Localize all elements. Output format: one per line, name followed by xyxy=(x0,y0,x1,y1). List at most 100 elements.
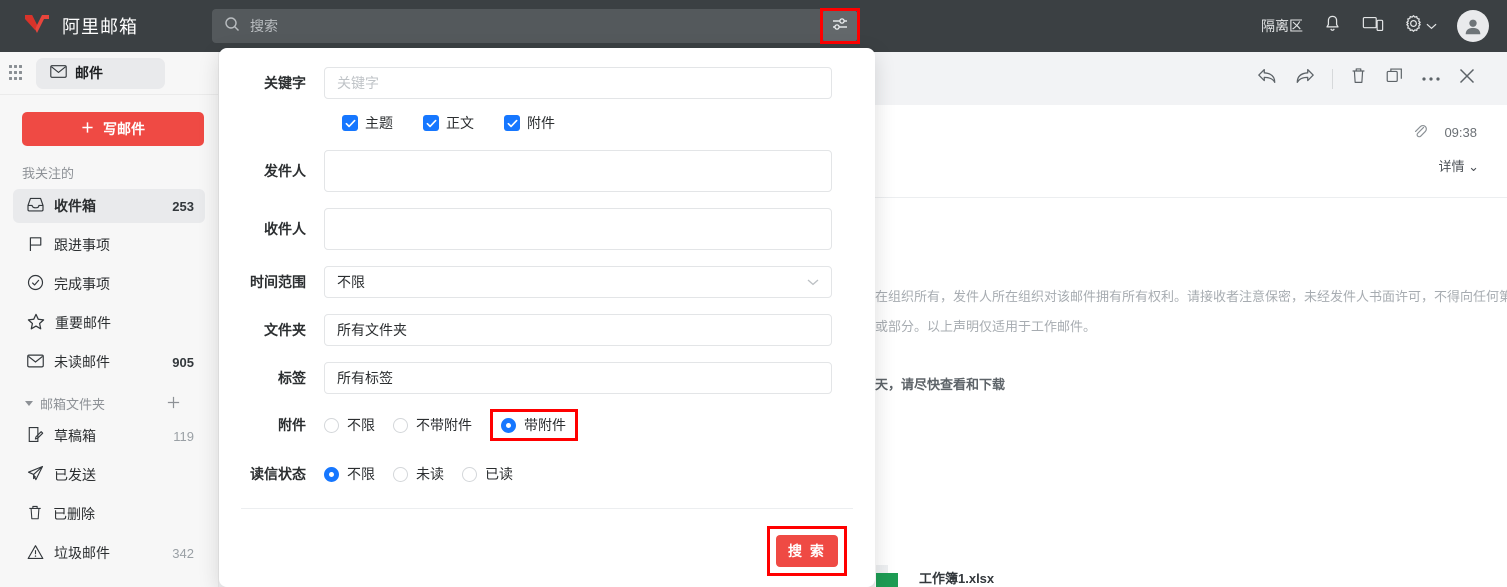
checkbox-attachment[interactable]: 附件 xyxy=(504,113,555,133)
chevron-down-icon xyxy=(1426,17,1437,35)
field-row-folder: 文件夹 所有文件夹 xyxy=(219,314,875,346)
sidebar-item-drafts[interactable]: 草稿箱 119 xyxy=(13,419,205,453)
sidebar-item-label: 完成事项 xyxy=(54,274,184,294)
field-row-attachment-filter: 附件 不限 不带附件 带附件 xyxy=(219,402,875,448)
sender-label: 发件人 xyxy=(219,150,324,192)
trash-icon[interactable] xyxy=(1349,66,1368,91)
radio-attachment-none[interactable]: 不带附件 xyxy=(393,409,474,441)
keyword-input[interactable]: 关键字 xyxy=(324,67,832,99)
mail-notice: 天，请尽快查看和下载 xyxy=(875,342,1479,400)
sidebar-tabrow: 邮件 xyxy=(0,52,218,95)
sidebar-folders-header[interactable]: 邮箱文件夹 xyxy=(13,384,205,419)
sender-input[interactable] xyxy=(324,150,832,192)
compose-button[interactable]: 写邮件 xyxy=(22,112,204,146)
search-area: 搜索 xyxy=(212,9,832,43)
warning-icon xyxy=(27,544,44,563)
copy-icon[interactable] xyxy=(1384,66,1405,91)
top-header-bar: 阿里邮箱 搜索 xyxy=(0,0,1507,52)
folder-label: 文件夹 xyxy=(219,314,324,346)
checkbox-subject[interactable]: 主题 xyxy=(342,113,393,133)
sidebar-item-sent[interactable]: 已发送 xyxy=(13,458,205,492)
field-row-keyword: 关键字 关键字 xyxy=(219,67,875,99)
timerange-value: 不限 xyxy=(337,272,365,292)
radio-label: 不带附件 xyxy=(416,415,472,435)
chevron-down-icon: ⌄ xyxy=(1468,159,1479,174)
radio-read-read[interactable]: 已读 xyxy=(462,458,515,490)
attachment-item[interactable]: 工作簿1.xlsx xyxy=(875,564,994,587)
sidebar-item-label: 垃圾邮件 xyxy=(54,543,162,563)
disclaimer-line-2: 或部分。以上声明仅适用于工作邮件。 xyxy=(875,312,1479,342)
scope-checkbox-row: 主题 正文 附件 xyxy=(219,113,875,133)
sidebar-item-label: 跟进事项 xyxy=(54,235,184,255)
radio-read-any[interactable]: 不限 xyxy=(324,458,377,490)
keyword-control: 关键字 xyxy=(324,67,832,99)
forward-icon[interactable] xyxy=(1294,66,1316,91)
radio-selected-icon xyxy=(324,467,339,482)
settings-control[interactable] xyxy=(1404,14,1437,38)
radio-selected-icon xyxy=(501,418,516,433)
checkbox-label: 附件 xyxy=(527,113,555,133)
radio-read-unread[interactable]: 未读 xyxy=(393,458,446,490)
sidebar-item-followup[interactable]: 跟进事项 xyxy=(13,228,205,262)
avatar[interactable] xyxy=(1457,10,1489,42)
timerange-select[interactable]: 不限 xyxy=(324,266,832,298)
keyword-label: 关键字 xyxy=(219,67,324,99)
search-submit-button[interactable]: 搜 索 xyxy=(776,535,838,567)
checkbox-body[interactable]: 正文 xyxy=(423,113,474,133)
mail-details-toggle[interactable]: 详情 ⌄ xyxy=(875,142,1507,175)
modal-footer: 搜 索 xyxy=(219,509,875,576)
advanced-search-panel: 关键字 关键字 主题 正文 xyxy=(219,48,875,587)
sidebar-item-inbox[interactable]: 收件箱 253 xyxy=(13,189,205,223)
close-icon[interactable] xyxy=(1457,66,1477,91)
field-row-tag: 标签 所有标签 xyxy=(219,362,875,394)
radio-attachment-with[interactable]: 带附件 xyxy=(490,409,578,441)
sidebar-item-completed[interactable]: 完成事项 xyxy=(13,267,205,301)
sidebar-item-deleted[interactable]: 已删除 xyxy=(13,497,205,531)
tag-control: 所有标签 xyxy=(324,362,832,394)
sidebar-item-label: 草稿箱 xyxy=(54,426,163,446)
draft-icon xyxy=(27,426,44,446)
radio-unselected-icon xyxy=(324,418,339,433)
chevron-down-icon xyxy=(807,275,819,289)
more-icon[interactable] xyxy=(1421,70,1441,88)
sidebar-item-unread[interactable]: 未读邮件 905 xyxy=(13,345,205,379)
recipient-input[interactable] xyxy=(324,208,832,250)
plus-icon xyxy=(81,121,94,137)
search-input[interactable]: 搜索 xyxy=(212,9,832,43)
gear-icon[interactable] xyxy=(1404,14,1423,38)
search-filter-button[interactable] xyxy=(823,11,857,41)
search-placeholder: 搜索 xyxy=(250,16,278,36)
envelope-icon xyxy=(50,65,67,81)
send-icon xyxy=(27,465,44,485)
tag-select[interactable]: 所有标签 xyxy=(324,362,832,394)
radio-unselected-icon xyxy=(462,467,477,482)
tag-value: 所有标签 xyxy=(337,368,393,388)
reader-toolbar xyxy=(875,52,1507,105)
apps-grid-icon[interactable] xyxy=(8,64,26,82)
checkbox-label: 主题 xyxy=(365,113,393,133)
sidebar-item-spam[interactable]: 垃圾邮件 342 xyxy=(13,536,205,570)
reply-icon[interactable] xyxy=(1256,66,1278,91)
advanced-search-form: 关键字 关键字 主题 正文 xyxy=(219,48,875,576)
field-row-recipient: 收件人 xyxy=(219,208,875,250)
tab-mail[interactable]: 邮件 xyxy=(36,58,165,89)
devices-icon[interactable] xyxy=(1362,15,1384,38)
radio-attachment-any[interactable]: 不限 xyxy=(324,409,377,441)
tag-label: 标签 xyxy=(219,362,324,394)
quarantine-link[interactable]: 隔离区 xyxy=(1261,16,1303,36)
sidebar-item-label: 未读邮件 xyxy=(54,352,162,372)
keyword-placeholder: 关键字 xyxy=(337,73,379,93)
folder-select[interactable]: 所有文件夹 xyxy=(324,314,832,346)
sidebar-item-important[interactable]: 重要邮件 xyxy=(13,306,205,340)
bell-icon[interactable] xyxy=(1323,14,1342,38)
radio-label: 不限 xyxy=(347,415,375,435)
sidebar-item-count: 905 xyxy=(172,355,194,370)
sidebar-item-count: 253 xyxy=(172,199,194,214)
sidebar-nav-list: 收件箱 253 跟进事项 完成事项 xyxy=(0,189,218,570)
add-folder-icon[interactable] xyxy=(166,395,181,413)
radio-unselected-icon xyxy=(393,418,408,433)
app-root: 阿里邮箱 搜索 xyxy=(0,0,1507,587)
sidebar-item-label: 已发送 xyxy=(54,465,184,485)
sidebar: 邮件 写邮件 我关注的 收件箱 253 xyxy=(0,52,219,587)
radio-label: 未读 xyxy=(416,464,444,484)
